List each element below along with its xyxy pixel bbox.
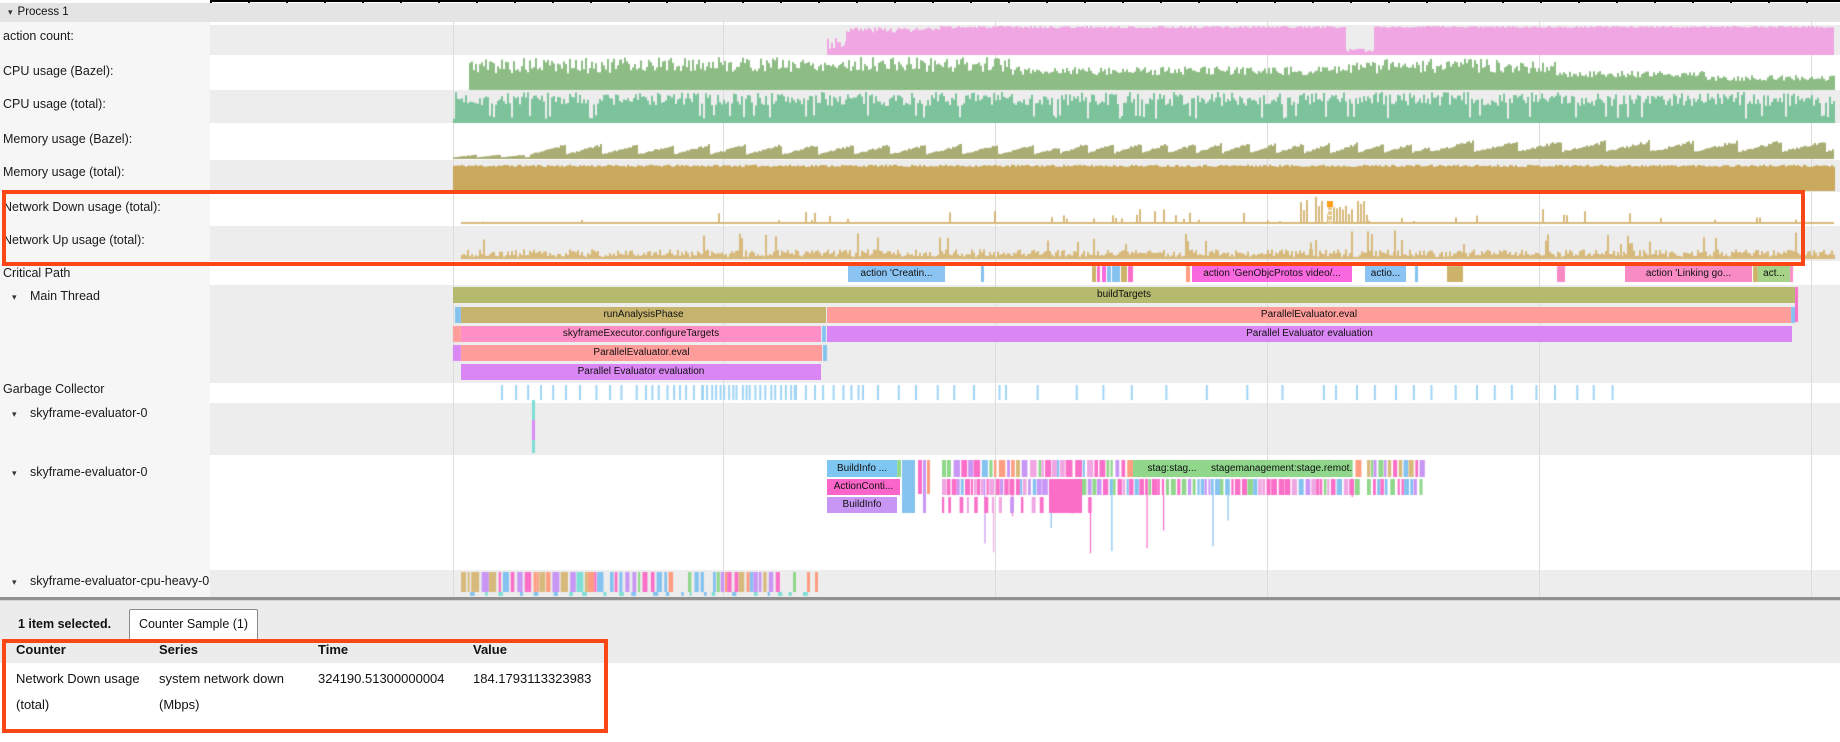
track-label-sidebar: action count: CPU usage (Bazel): CPU usage…: [0, 22, 211, 598]
sidebar-item-cpu-usage-bazel[interactable]: CPU usage (Bazel):: [0, 63, 211, 79]
sidebar-item-skyframe-evaluator-cpu-heavy-0[interactable]: ▾skyframe-evaluator-cpu-heavy-0: [0, 573, 208, 589]
sidebar-item-main-thread[interactable]: ▾Main Thread: [0, 288, 208, 304]
trace-slice[interactable]: runAnalysisPhase: [461, 307, 826, 323]
track-label: Main Thread: [30, 289, 100, 303]
sidebar-item-critical-path[interactable]: Critical Path: [0, 265, 211, 281]
network-tracks-highlight-box: [2, 190, 1805, 266]
track-label: Garbage Collector: [3, 382, 104, 396]
trace-slice[interactable]: ActionConti...: [827, 479, 900, 495]
tab-counter-sample[interactable]: Counter Sample (1): [129, 609, 258, 640]
trace-slice[interactable]: BuildInfo ...: [827, 460, 897, 477]
trace-slice[interactable]: actio...: [1365, 266, 1406, 282]
track-label: Critical Path: [3, 266, 70, 280]
trace-slice[interactable]: skyframeExecutor.configureTargets: [461, 326, 821, 342]
trace-slice[interactable]: action 'Creatin...: [848, 266, 945, 282]
collapse-arrow-icon[interactable]: ▾: [0, 289, 30, 305]
track-label: CPU usage (Bazel):: [3, 64, 113, 78]
trace-slice[interactable]: Parallel Evaluator evaluation: [827, 326, 1792, 342]
timeline-chart-area[interactable]: action 'Creatin... action 'GenObjcProtos …: [210, 22, 1840, 598]
track-label: skyframe-evaluator-0: [30, 465, 147, 479]
trace-slice[interactable]: ParallelEvaluator.eval: [461, 345, 822, 361]
track-label: skyframe-evaluator-0: [30, 406, 147, 420]
sidebar-item-cpu-usage-total[interactable]: CPU usage (total):: [0, 96, 211, 112]
track-label: action count:: [3, 29, 74, 43]
process-header[interactable]: ▾ Process 1: [0, 3, 1840, 23]
selection-status: 1 item selected.: [18, 610, 111, 638]
sidebar-item-memory-usage-bazel[interactable]: Memory usage (Bazel):: [0, 131, 211, 147]
collapse-arrow-icon[interactable]: ▾: [8, 3, 13, 22]
sidebar-item-garbage-collector[interactable]: Garbage Collector: [0, 381, 211, 397]
trace-slice[interactable]: act...: [1758, 266, 1790, 282]
trace-viewer-window: ▾ Process 1 action count: CPU usage (Bazel…: [0, 0, 1840, 742]
sidebar-item-memory-usage-total[interactable]: Memory usage (total):: [0, 164, 211, 180]
trace-slice[interactable]: action 'GenObjcProtos video/...: [1192, 266, 1352, 282]
trace-slice[interactable]: action 'Linking go...: [1625, 266, 1752, 282]
collapse-arrow-icon[interactable]: ▾: [0, 574, 30, 590]
counter-table-highlight-box: [2, 639, 608, 733]
sidebar-item-action-count[interactable]: action count:: [0, 28, 211, 44]
trace-slice[interactable]: Parallel Evaluator evaluation: [461, 364, 821, 380]
trace-slice[interactable]: ParallelEvaluator.eval: [827, 307, 1791, 323]
track-label: Memory usage (Bazel):: [3, 132, 132, 146]
trace-slice[interactable]: buildTargets: [453, 287, 1795, 303]
collapse-arrow-icon[interactable]: ▾: [0, 465, 30, 481]
sidebar-item-skyframe-evaluator-0[interactable]: ▾skyframe-evaluator-0: [0, 464, 208, 480]
trace-slice[interactable]: stag:stag...: [1133, 460, 1211, 477]
trace-slice[interactable]: stagemanagement:stage.remot...: [1211, 460, 1352, 477]
process-title: Process 1: [18, 6, 69, 18]
track-label: CPU usage (total):: [3, 97, 106, 111]
track-label: skyframe-evaluator-cpu-heavy-0: [30, 574, 209, 588]
sidebar-item-skyframe-evaluator-0[interactable]: ▾skyframe-evaluator-0: [0, 405, 208, 421]
track-label: Memory usage (total):: [3, 165, 125, 179]
collapse-arrow-icon[interactable]: ▾: [0, 406, 30, 422]
trace-slice[interactable]: BuildInfo: [827, 497, 897, 513]
